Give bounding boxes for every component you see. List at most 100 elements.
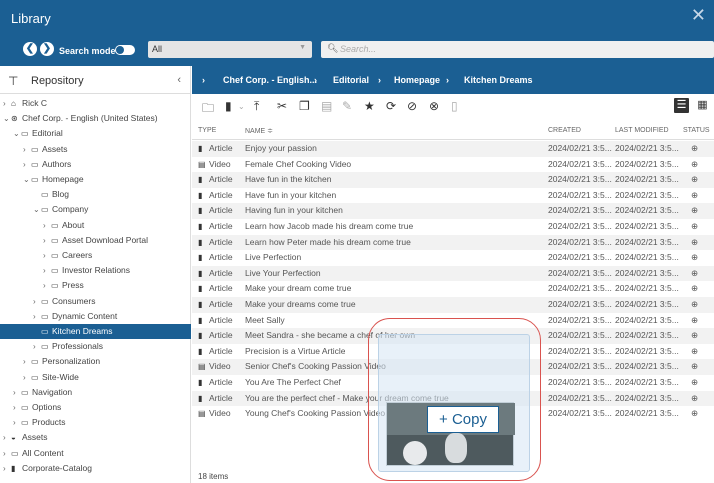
collapse-panel-icon[interactable]: ‹ — [177, 74, 181, 86]
search-mode-toggle[interactable] — [115, 45, 135, 55]
tree-item[interactable]: ▭ Blog — [0, 187, 69, 202]
withdraw-icon[interactable]: ⊘ — [407, 99, 417, 113]
breadcrumb-item[interactable]: Homepage — [394, 75, 440, 85]
content-type-select[interactable]: All ▼ — [148, 41, 312, 58]
toggle-knob — [116, 46, 124, 54]
chevron-right-icon[interactable]: › — [43, 263, 51, 278]
grid-view-icon[interactable]: ▦ — [695, 98, 710, 113]
column-name[interactable]: NAME ≑ — [245, 127, 273, 135]
edit-icon[interactable]: ✎ — [342, 99, 352, 113]
status-globe-icon: ⊕ — [691, 283, 699, 294]
new-content-icon[interactable]: ▮ — [225, 99, 232, 113]
breadcrumb-item[interactable]: Kitchen Dreams — [464, 75, 533, 85]
chevron-right-icon[interactable]: › — [3, 446, 11, 461]
tree-item[interactable]: › ▭ Press — [0, 278, 84, 293]
table-row[interactable]: ▮ Article Make your dream come true 2024/02… — [192, 281, 714, 297]
tree-item[interactable]: ▭ Kitchen Dreams — [0, 324, 191, 339]
tree-item[interactable]: › ▭ All Content — [0, 446, 64, 461]
chevron-right-icon[interactable]: › — [23, 142, 31, 157]
tree-item[interactable]: › ▭ Authors — [0, 157, 71, 172]
chevron-down-icon[interactable]: ⌄ — [33, 202, 41, 217]
forward-arrow-icon[interactable]: ❯ — [40, 42, 54, 56]
search-input[interactable]: 🔍︎ Search... — [321, 41, 714, 58]
row-created: 2024/02/21 3:5... — [548, 189, 612, 200]
tree-item-label: About — [62, 219, 85, 230]
column-type[interactable]: TYPE — [198, 127, 216, 134]
tree-item[interactable]: › ▭ Professionals — [0, 339, 103, 354]
bookmark-icon[interactable]: ★ — [364, 99, 375, 113]
tree-item[interactable]: › ⌂ Rick C — [0, 96, 47, 111]
tree-item[interactable]: › ◒ Assets — [0, 430, 48, 445]
copy-icon[interactable]: ❐ — [299, 99, 310, 113]
column-last-modified[interactable]: LAST MODIFIED — [615, 127, 669, 134]
tree-item[interactable]: › ▭ Careers — [0, 248, 92, 263]
tree-item[interactable]: › ▭ Assets — [0, 142, 68, 157]
tree-item-label: Chef Corp. - English (United States) — [22, 113, 158, 124]
chevron-right-icon[interactable]: › — [33, 309, 41, 324]
breadcrumb-item[interactable]: Editorial — [333, 75, 369, 85]
new-folder-icon[interactable]: 🗀 — [202, 99, 214, 120]
tree-item[interactable]: ⌄⊛ Chef Corp. - English (United States) — [0, 111, 158, 126]
tree-item[interactable]: › ▭ Personalization — [0, 354, 100, 369]
back-arrow-icon[interactable]: ❮ — [23, 42, 37, 56]
chevron-right-icon[interactable]: › — [43, 218, 51, 233]
chevron-right-icon[interactable]: › — [13, 385, 21, 400]
breadcrumb-item[interactable]: Chef Corp. - English... — [223, 75, 317, 85]
sync-icon[interactable]: ⟳ — [386, 99, 396, 113]
chevron-right-icon[interactable]: › — [43, 278, 51, 293]
tree-item[interactable]: ⌄▭ Company — [0, 202, 88, 217]
column-status[interactable]: STATUS — [683, 127, 710, 134]
close-icon[interactable]: ✕ — [691, 6, 706, 24]
video-icon: ▤ — [198, 159, 206, 169]
chevron-right-icon[interactable]: › — [43, 233, 51, 248]
list-view-icon[interactable]: ☰ — [674, 98, 689, 113]
globe-icon[interactable]: ⊗ — [429, 99, 439, 113]
table-row[interactable]: ▮ Article Enjoy your passion 2024/02/21 3:5… — [192, 141, 714, 157]
table-row[interactable]: ▮ Article Make your dreams come true 2024/0… — [192, 297, 714, 313]
chevron-right-icon[interactable]: › — [3, 430, 11, 445]
tree-item[interactable]: › ▭ Investor Relations — [0, 263, 130, 278]
chevron-down-icon[interactable]: ⌄ — [238, 102, 245, 111]
tree-item-label: Asset Download Portal — [62, 234, 148, 245]
table-row[interactable]: ▤ Video Female Chef Cooking Video 2024/02/2… — [192, 157, 714, 173]
tree-item[interactable]: › ▭ Dynamic Content — [0, 309, 117, 324]
chevron-right-icon[interactable]: › — [13, 400, 21, 415]
tree-item[interactable]: › ▭ Navigation — [0, 385, 72, 400]
tree-item[interactable]: › ▭ Consumers — [0, 294, 95, 309]
chevron-right-icon[interactable]: › — [3, 461, 11, 476]
tree-item[interactable]: ⌄▭ Editorial — [0, 126, 63, 141]
chevron-right-icon[interactable]: › — [33, 294, 41, 309]
chevron-right-icon[interactable]: › — [23, 370, 31, 385]
paste-icon[interactable]: ▤ — [321, 99, 332, 113]
tree-item[interactable]: › ▭ Site-Wide — [0, 370, 79, 385]
tree-item[interactable]: › ▭ About — [0, 218, 84, 233]
tree-item[interactable]: ⌄▭ Homepage — [0, 172, 84, 187]
chevron-right-icon[interactable]: › — [33, 339, 41, 354]
column-created[interactable]: CREATED — [548, 127, 581, 134]
chevron-right-icon[interactable]: › — [13, 415, 21, 430]
table-row[interactable]: ▮ Article Learn how Jacob made his dream c… — [192, 219, 714, 235]
tree-item[interactable]: › ▭ Options — [0, 400, 61, 415]
chevron-right-icon[interactable]: › — [43, 248, 51, 263]
row-name: Meet Sally — [245, 314, 285, 325]
delete-icon[interactable]: ▯ — [451, 99, 458, 113]
table-row[interactable]: ▮ Article Having fun in your kitchen 2024/0… — [192, 203, 714, 219]
status-globe-icon: ⊕ — [691, 174, 699, 185]
tree-item[interactable]: › ▭ Asset Download Portal — [0, 233, 148, 248]
tree-item[interactable]: › ▮ Corporate-Catalog — [0, 461, 92, 476]
table-row[interactable]: ▮ Article Have fun in your kitchen 2024/02/… — [192, 188, 714, 204]
cut-icon[interactable]: ✂ — [277, 99, 287, 113]
table-row[interactable]: ▮ Article Learn how Peter made his dream c… — [192, 234, 714, 251]
chevron-right-icon[interactable]: › — [3, 96, 11, 111]
chevron-down-icon[interactable]: ⌄ — [13, 126, 21, 141]
upload-icon[interactable]: ⤒ — [254, 99, 259, 114]
table-row[interactable]: ▮ Article Live Perfection 2024/02/21 3:5...… — [192, 250, 714, 266]
search-mode-label: Search mode — [59, 46, 116, 56]
table-row[interactable]: ▮ Article Have fun in the kitchen 2024/02/2… — [192, 172, 714, 188]
chevron-right-icon[interactable]: › — [23, 354, 31, 369]
tree-item[interactable]: › ▭ Products — [0, 415, 66, 430]
chevron-down-icon[interactable]: ⌄ — [3, 111, 11, 126]
chevron-right-icon[interactable]: › — [23, 157, 31, 172]
table-row[interactable]: ▮ Article Live Your Perfection 2024/02/21 3… — [192, 265, 714, 282]
chevron-down-icon[interactable]: ⌄ — [23, 172, 31, 187]
